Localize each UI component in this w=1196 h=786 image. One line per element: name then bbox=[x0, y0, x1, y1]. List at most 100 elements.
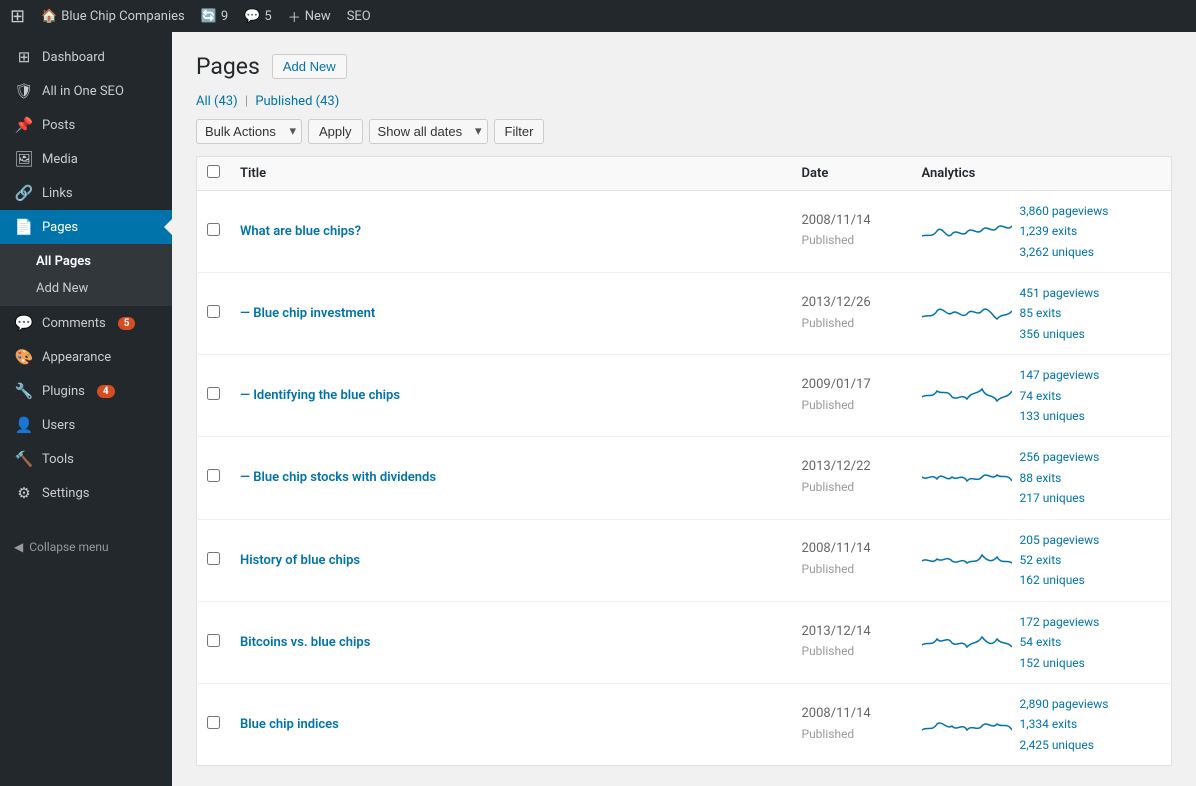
sidebar-item-users[interactable]: 👤 Users bbox=[0, 408, 172, 442]
row-status-6: Published bbox=[802, 727, 855, 741]
page-title-link-5[interactable]: Bitcoins vs. blue chips bbox=[240, 635, 370, 650]
row-date-cell-1: 2013/12/26Published bbox=[792, 273, 912, 355]
row-title-cell-6: Blue chip indices bbox=[230, 683, 792, 765]
pages-submenu: All Pages Add New bbox=[0, 244, 172, 306]
apply-button[interactable]: Apply bbox=[308, 119, 363, 144]
analytics-cell-0: 3,860 pageviews 1,239 exits 3,262 unique… bbox=[922, 201, 1162, 262]
updates-count: 9 bbox=[221, 9, 228, 24]
analytics-cell-1: 451 pageviews 85 exits 356 uniques bbox=[922, 283, 1162, 344]
analytics-cell-3: 256 pageviews 88 exits 217 uniques bbox=[922, 447, 1162, 508]
row-date-cell-3: 2013/12/22Published bbox=[792, 437, 912, 519]
row-checkbox-2[interactable] bbox=[207, 387, 220, 400]
seo-icon: 🛡 bbox=[14, 82, 34, 100]
row-status-3: Published bbox=[802, 480, 855, 494]
table-row: — Identifying the blue chips 2009/01/17P… bbox=[197, 355, 1172, 437]
adminbar-site[interactable]: 🏠 Blue Chip Companies bbox=[41, 9, 185, 24]
sparkline-4 bbox=[922, 545, 1012, 575]
page-title-link-1[interactable]: — Blue chip investment bbox=[240, 306, 375, 321]
filter-button[interactable]: Filter bbox=[494, 119, 545, 144]
appearance-icon: 🎨 bbox=[14, 348, 34, 366]
collapse-menu-button[interactable]: ◀ Collapse menu bbox=[0, 530, 172, 564]
row-checkbox-0[interactable] bbox=[207, 223, 220, 236]
row-checkbox-6[interactable] bbox=[207, 716, 220, 729]
sidebar-item-links[interactable]: 🔗 Links bbox=[0, 176, 172, 210]
sidebar-label-posts: Posts bbox=[42, 118, 75, 133]
pageviews-6: 2,890 pageviews bbox=[1020, 694, 1109, 714]
sidebar-item-settings[interactable]: ⚙ Settings bbox=[0, 476, 172, 510]
page-title-link-3[interactable]: — Blue chip stocks with dividends bbox=[240, 470, 436, 485]
page-title-link-2[interactable]: — Identifying the blue chips bbox=[240, 388, 400, 403]
sidebar-sub-all-pages[interactable]: All Pages bbox=[0, 248, 172, 275]
analytics-stats-3: 256 pageviews 88 exits 217 uniques bbox=[1020, 447, 1100, 508]
wp-logo-icon[interactable]: ⊞ bbox=[10, 6, 25, 27]
sidebar-item-plugins[interactable]: 🔧 Plugins 4 bbox=[0, 374, 172, 408]
row-checkbox-cell bbox=[197, 519, 231, 601]
adminbar-updates[interactable]: 🔄 9 bbox=[201, 9, 229, 24]
sidebar-item-tools[interactable]: 🔨 Tools bbox=[0, 442, 172, 476]
table-row: Blue chip indices 2008/11/14Published 2,… bbox=[197, 683, 1172, 765]
row-checkbox-3[interactable] bbox=[207, 469, 220, 482]
uniques-4: 162 uniques bbox=[1020, 570, 1100, 590]
sidebar-item-media[interactable]: 🖼 Media bbox=[0, 142, 172, 176]
add-new-page-label: Add New bbox=[36, 281, 88, 296]
row-status-5: Published bbox=[802, 644, 855, 658]
pageviews-5: 172 pageviews bbox=[1020, 612, 1100, 632]
exits-0: 1,239 exits bbox=[1020, 221, 1109, 241]
page-title-link-6[interactable]: Blue chip indices bbox=[240, 717, 339, 732]
sidebar-item-comments[interactable]: 💬 Comments 5 bbox=[0, 306, 172, 340]
sidebar-item-all-in-one-seo[interactable]: 🛡 All in One SEO bbox=[0, 74, 172, 108]
comments-nav-icon: 💬 bbox=[14, 314, 34, 332]
plugins-badge: 4 bbox=[97, 385, 115, 398]
page-title-link-0[interactable]: What are blue chips? bbox=[240, 224, 361, 239]
add-new-button[interactable]: Add New bbox=[272, 54, 347, 79]
page-title-link-4[interactable]: History of blue chips bbox=[240, 553, 360, 568]
show-all-dates-select[interactable]: Show all dates bbox=[369, 119, 488, 144]
uniques-6: 2,425 uniques bbox=[1020, 735, 1109, 755]
pageviews-4: 205 pageviews bbox=[1020, 530, 1100, 550]
exits-1: 85 exits bbox=[1020, 303, 1100, 323]
pageviews-1: 451 pageviews bbox=[1020, 283, 1100, 303]
filter-all-link[interactable]: All (43) bbox=[196, 94, 241, 109]
col-analytics-header: Analytics bbox=[912, 156, 1172, 190]
row-checkbox-1[interactable] bbox=[207, 305, 220, 318]
media-icon: 🖼 bbox=[14, 150, 34, 168]
adminbar-new[interactable]: ＋ New bbox=[288, 7, 331, 26]
adminbar-new-label: New bbox=[305, 9, 331, 24]
sidebar-item-posts[interactable]: 📌 Posts bbox=[0, 108, 172, 142]
tools-icon: 🔨 bbox=[14, 450, 34, 468]
sidebar-item-dashboard[interactable]: ⊞ Dashboard bbox=[0, 40, 172, 74]
row-status-4: Published bbox=[802, 562, 855, 576]
page-title: Pages bbox=[196, 52, 260, 82]
row-checkbox-cell bbox=[197, 601, 231, 683]
collapse-label: Collapse menu bbox=[29, 540, 108, 554]
exits-2: 74 exits bbox=[1020, 386, 1100, 406]
sidebar-item-pages[interactable]: 📄 Pages bbox=[0, 210, 172, 244]
adminbar-comments[interactable]: 💬 5 bbox=[244, 9, 272, 24]
row-checkbox-cell bbox=[197, 683, 231, 765]
sidebar-item-appearance[interactable]: 🎨 Appearance bbox=[0, 340, 172, 374]
toolbar: Bulk Actions Apply Show all dates Filter bbox=[196, 119, 1172, 144]
filter-all-label: All bbox=[196, 94, 211, 109]
row-analytics-cell-1: 451 pageviews 85 exits 356 uniques bbox=[912, 273, 1172, 355]
select-all-checkbox[interactable] bbox=[207, 165, 220, 178]
sidebar-sub-add-new[interactable]: Add New bbox=[0, 275, 172, 302]
sidebar-label-tools: Tools bbox=[42, 452, 74, 467]
row-analytics-cell-3: 256 pageviews 88 exits 217 uniques bbox=[912, 437, 1172, 519]
row-date-cell-2: 2009/01/17Published bbox=[792, 355, 912, 437]
bulk-actions-select[interactable]: Bulk Actions bbox=[196, 119, 302, 144]
table-row: Bitcoins vs. blue chips 2013/12/14Publis… bbox=[197, 601, 1172, 683]
row-checkbox-5[interactable] bbox=[207, 634, 220, 647]
sidebar-label-dashboard: Dashboard bbox=[42, 50, 105, 65]
row-title-cell-0: What are blue chips? bbox=[230, 190, 792, 272]
analytics-stats-4: 205 pageviews 52 exits 162 uniques bbox=[1020, 530, 1100, 591]
filter-published-link[interactable]: Published (43) bbox=[255, 94, 339, 109]
sidebar-label-plugins: Plugins bbox=[42, 384, 85, 399]
row-date-cell-0: 2008/11/14Published bbox=[792, 190, 912, 272]
uniques-1: 356 uniques bbox=[1020, 324, 1100, 344]
adminbar-seo[interactable]: SEO bbox=[347, 9, 371, 24]
row-checkbox-4[interactable] bbox=[207, 552, 220, 565]
plus-icon: ＋ bbox=[288, 7, 301, 26]
row-title-cell-5: Bitcoins vs. blue chips bbox=[230, 601, 792, 683]
row-checkbox-cell bbox=[197, 190, 231, 272]
analytics-stats-6: 2,890 pageviews 1,334 exits 2,425 unique… bbox=[1020, 694, 1109, 755]
